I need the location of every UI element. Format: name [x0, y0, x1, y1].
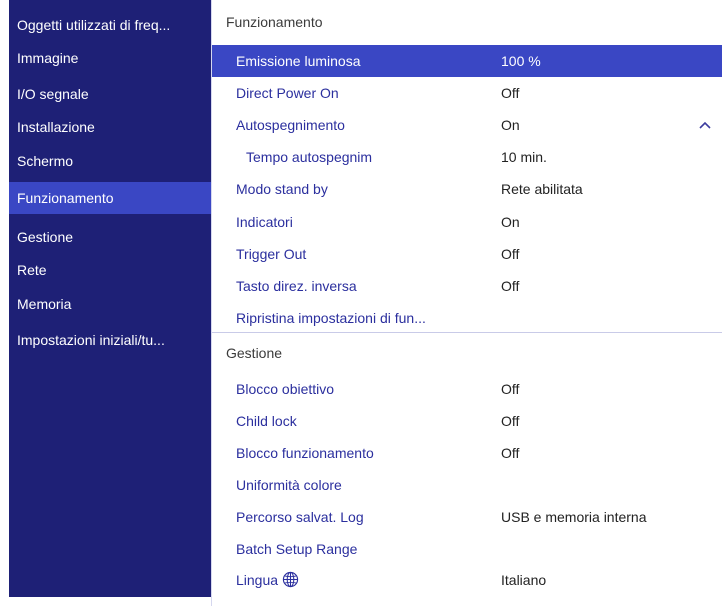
row-value: On	[501, 117, 520, 133]
row-value: Off	[501, 445, 520, 461]
row-direct-power-on[interactable]: Direct Power On Off	[212, 77, 722, 109]
row-label-with-icon: Lingua	[236, 564, 299, 596]
row-autospegnimento[interactable]: Autospegnimento On	[212, 109, 722, 141]
sidebar-item-immagine[interactable]: Immagine	[9, 42, 211, 74]
row-label: Blocco obiettivo	[236, 381, 335, 397]
row-blocco-funzionamento[interactable]: Blocco funzionamento Off	[212, 437, 722, 469]
row-modo-stand-by[interactable]: Modo stand by Rete abilitata	[212, 173, 722, 205]
globe-icon	[282, 572, 299, 588]
row-label: Ripristina impostazioni di fun...	[236, 310, 426, 326]
row-indicatori[interactable]: Indicatori On	[212, 206, 722, 238]
row-label: Uniformità colore	[236, 477, 342, 493]
row-uniformita-colore[interactable]: Uniformità colore	[212, 469, 722, 501]
row-batch-setup-range[interactable]: Batch Setup Range	[212, 533, 722, 565]
sidebar-item-schermo[interactable]: Schermo	[9, 145, 211, 177]
settings-panel: Funzionamento Emissione luminosa 100 % D…	[211, 0, 722, 606]
sidebar-item-impostazioni-iniziali[interactable]: Impostazioni iniziali/tu...	[9, 324, 211, 356]
row-value: 100 %	[501, 53, 541, 69]
sidebar-item-frequent[interactable]: Oggetti utilizzati di freq...	[9, 9, 211, 41]
row-value: Off	[501, 85, 520, 101]
row-value: 10 min.	[501, 149, 547, 165]
sidebar-item-io-segnale[interactable]: I/O segnale	[9, 78, 211, 110]
settings-menu-screen: Oggetti utilizzati di freq... Immagine I…	[0, 0, 722, 606]
row-percorso-salvat-log[interactable]: Percorso salvat. Log USB e memoria inter…	[212, 501, 722, 533]
row-value: On	[501, 214, 520, 230]
section-header-funzionamento: Funzionamento	[226, 14, 323, 30]
row-value: Off	[501, 413, 520, 429]
sidebar-item-funzionamento[interactable]: Funzionamento	[9, 182, 211, 214]
row-label: Modo stand by	[236, 181, 328, 197]
row-label: Blocco funzionamento	[236, 445, 374, 461]
settings-list: Funzionamento Emissione luminosa 100 % D…	[211, 0, 722, 606]
row-emissione-luminosa[interactable]: Emissione luminosa 100 %	[212, 45, 722, 77]
sidebar-item-gestione[interactable]: Gestione	[9, 221, 211, 253]
sidebar-item-rete[interactable]: Rete	[9, 254, 211, 286]
row-lingua[interactable]: Lingua Italiano	[212, 564, 722, 596]
sidebar-item-memoria[interactable]: Memoria	[9, 288, 211, 320]
row-label: Emissione luminosa	[236, 53, 361, 69]
row-label: Direct Power On	[236, 85, 339, 101]
sidebar: Oggetti utilizzati di freq... Immagine I…	[9, 0, 211, 597]
row-value: Italiano	[501, 572, 547, 588]
row-value: USB e memoria interna	[501, 509, 647, 525]
section-header-gestione: Gestione	[226, 345, 283, 361]
row-blocco-obiettivo[interactable]: Blocco obiettivo Off	[212, 373, 722, 405]
row-value: Off	[501, 246, 520, 262]
row-label: Lingua	[236, 572, 279, 588]
row-label: Tempo autospegnim	[246, 149, 373, 165]
row-label: Child lock	[236, 413, 297, 429]
row-label: Percorso salvat. Log	[236, 509, 364, 525]
row-value: Rete abilitata	[501, 181, 583, 197]
row-label: Autospegnimento	[236, 117, 345, 133]
row-value: Off	[501, 381, 520, 397]
row-label: Trigger Out	[236, 246, 307, 262]
row-ripristina-impostazioni[interactable]: Ripristina impostazioni di fun...	[212, 302, 722, 334]
row-value: Off	[501, 278, 520, 294]
row-tasto-direz-inversa[interactable]: Tasto direz. inversa Off	[212, 270, 722, 302]
row-label: Tasto direz. inversa	[236, 278, 357, 294]
row-label: Batch Setup Range	[236, 541, 358, 557]
row-label: Indicatori	[236, 214, 293, 230]
row-tempo-autospegnim[interactable]: Tempo autospegnim 10 min.	[212, 141, 722, 173]
row-trigger-out[interactable]: Trigger Out Off	[212, 238, 722, 270]
row-child-lock[interactable]: Child lock Off	[212, 405, 722, 437]
sidebar-item-installazione[interactable]: Installazione	[9, 111, 211, 143]
chevron-up-icon[interactable]	[698, 118, 712, 132]
